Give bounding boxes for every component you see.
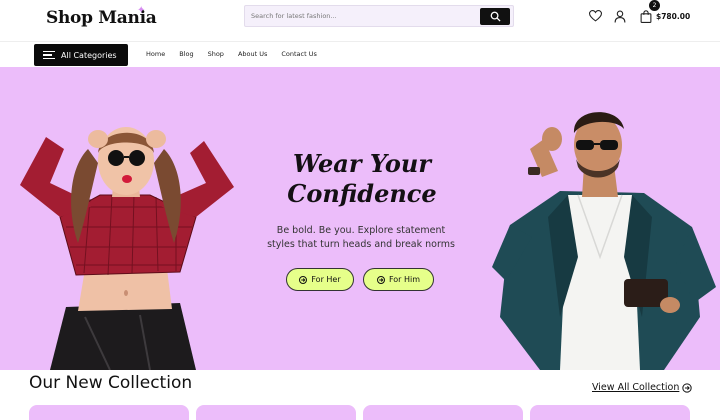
wishlist-button[interactable] — [588, 9, 602, 23]
arrow-circle-icon — [376, 275, 385, 284]
account-button[interactable] — [613, 9, 627, 23]
nav-link-about[interactable]: About Us — [238, 50, 267, 58]
sparkle-icon: ✦ — [137, 5, 146, 16]
arrow-circle-icon — [682, 382, 693, 393]
nav-link-contact[interactable]: Contact Us — [281, 50, 317, 58]
all-categories-label: All Categories — [61, 50, 117, 60]
site-header: Shop Mania ✦ 2 $780.00 — [0, 0, 720, 41]
shopping-bag-icon — [640, 9, 652, 23]
collection-card[interactable] — [29, 405, 189, 420]
user-icon — [614, 10, 626, 22]
shop-for-her-button[interactable]: For Her — [286, 268, 354, 291]
view-all-label: View All Collection — [592, 382, 680, 393]
hero-title-line-2: Confidence — [287, 179, 437, 208]
arrow-circle-icon — [299, 275, 308, 284]
cart-count-badge: 2 — [649, 0, 660, 11]
search-icon — [490, 11, 501, 22]
hero-subtitle-line-1: Be bold. Be you. Explore statement — [276, 225, 446, 236]
hero-banner: Wear Your Confidence Be bold. Be you. Ex… — [0, 67, 720, 370]
for-her-label: For Her — [311, 275, 341, 284]
heart-icon — [588, 10, 602, 22]
hero-title-line-1: Wear Your — [293, 149, 431, 178]
menu-icon — [43, 51, 55, 59]
male-model-image — [492, 112, 716, 370]
cart-total[interactable]: $780.00 — [656, 12, 690, 21]
nav-link-shop[interactable]: Shop — [208, 50, 224, 58]
cart-button[interactable] — [639, 9, 653, 23]
hero-title: Wear Your Confidence — [222, 149, 502, 209]
all-categories-button[interactable]: All Categories — [34, 44, 128, 66]
female-model-image — [20, 127, 234, 370]
nav-link-home[interactable]: Home — [146, 50, 165, 58]
search-input[interactable] — [251, 9, 476, 23]
hero-subtitle: Be bold. Be you. Explore statement style… — [250, 224, 472, 252]
collection-title: Our New Collection — [29, 373, 193, 393]
hero-subtitle-line-2: styles that turn heads and break norms — [267, 239, 455, 250]
search-button[interactable] — [480, 8, 510, 25]
search-bar — [244, 5, 514, 27]
collection-card[interactable] — [530, 405, 690, 420]
shop-for-him-button[interactable]: For Him — [363, 268, 434, 291]
collection-card[interactable] — [363, 405, 523, 420]
for-him-label: For Him — [388, 275, 421, 284]
collection-card[interactable] — [196, 405, 356, 420]
main-nav: All Categories Home Blog Shop About Us C… — [0, 41, 720, 67]
menu-links: Home Blog Shop About Us Contact Us — [146, 50, 317, 58]
view-all-collection-link[interactable]: View All Collection — [592, 382, 693, 393]
nav-link-blog[interactable]: Blog — [179, 50, 193, 58]
